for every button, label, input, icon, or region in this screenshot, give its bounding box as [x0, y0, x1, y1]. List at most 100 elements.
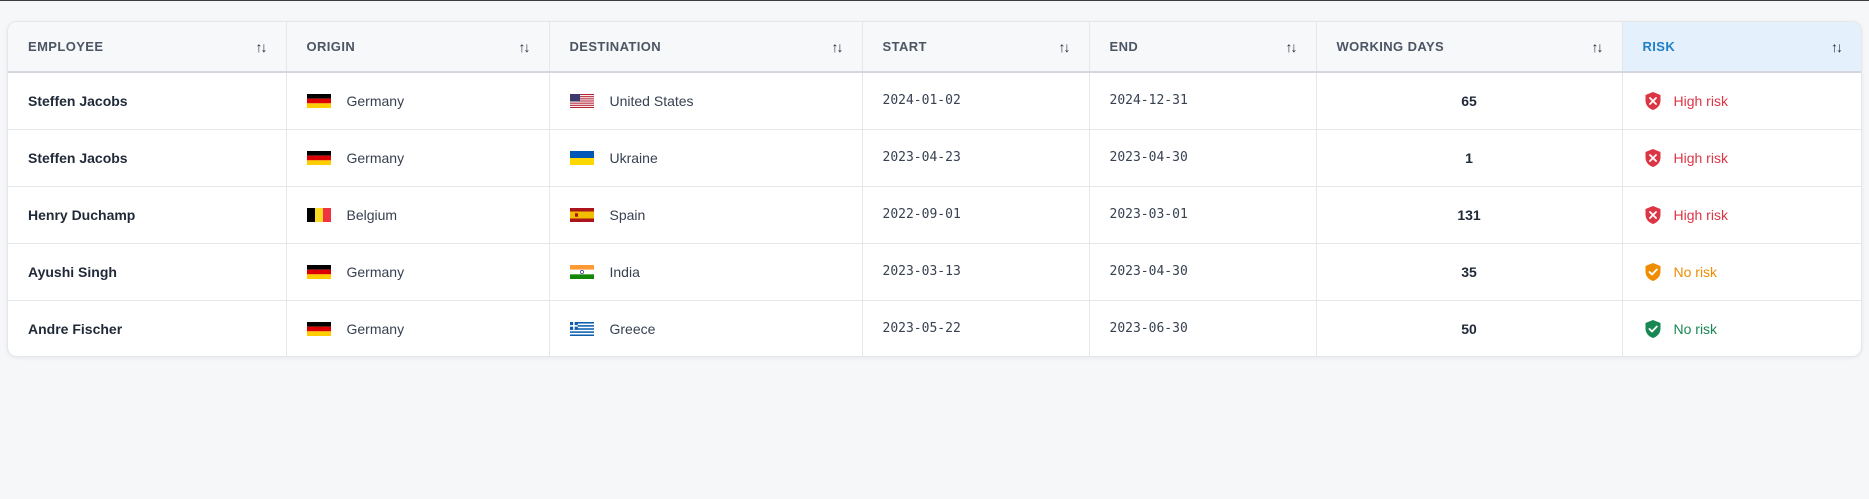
risk-cell: No risk [1622, 243, 1861, 301]
column-header-destination[interactable]: DESTINATION ↑↓ [549, 22, 863, 73]
shield-check-icon [1645, 262, 1660, 281]
end-cell: 2023-04-30 [1089, 129, 1317, 187]
column-header-start[interactable]: START ↑↓ [862, 22, 1090, 73]
working-days-cell: 1 [1316, 129, 1623, 187]
working-days-cell: 50 [1316, 300, 1623, 356]
working-days-cell: 35 [1316, 243, 1623, 301]
working-days-value: 1 [1465, 149, 1473, 166]
end-date: 2023-06-30 [1109, 321, 1188, 337]
start-cell: 2023-05-22 [862, 300, 1090, 356]
germany-flag-icon [306, 150, 331, 165]
destination-cell: United States [549, 72, 863, 130]
start-date: 2023-05-22 [882, 321, 961, 337]
column-label: RISK [1642, 39, 1676, 54]
working-days-cell: 65 [1316, 72, 1623, 130]
sort-icon[interactable]: ↑↓ [1059, 40, 1071, 54]
shield-x-icon [1645, 205, 1660, 224]
destination-country: Spain [609, 206, 646, 223]
germany-flag-icon [306, 321, 331, 336]
sort-icon[interactable]: ↑↓ [1592, 40, 1604, 54]
employee-cell: Steffen Jacobs [8, 129, 287, 187]
destination-cell: Greece [549, 300, 863, 356]
risk-label: High risk [1673, 92, 1728, 109]
start-cell: 2023-04-23 [862, 129, 1090, 187]
table-row[interactable]: Steffen Jacobs Germany United States 202… [8, 72, 1861, 130]
shield-x-icon [1645, 91, 1660, 110]
risk-cell: No risk [1622, 300, 1861, 356]
sort-icon[interactable]: ↑↓ [1831, 40, 1843, 54]
column-label: ORIGIN [306, 39, 356, 54]
end-cell: 2023-06-30 [1089, 300, 1317, 356]
column-header-end[interactable]: END ↑↓ [1089, 22, 1317, 73]
table-row[interactable]: Ayushi Singh Germany India 2023-03-13 20… [8, 243, 1861, 301]
employee-name: Henry Duchamp [28, 206, 136, 223]
table-row[interactable]: Steffen Jacobs Germany Ukraine 2023-04-2… [8, 129, 1861, 187]
trips-table: EMPLOYEE ↑↓ ORIGIN ↑↓ DESTINATION ↑↓ START ↑… [8, 22, 1861, 356]
working-days-cell: 131 [1316, 186, 1623, 244]
start-date: 2022-09-01 [882, 207, 961, 222]
origin-country: Germany [346, 263, 405, 280]
destination-country: Greece [609, 320, 656, 337]
spain-flag-icon [569, 207, 594, 222]
employee-cell: Andre Fischer [8, 300, 287, 356]
destination-country: United States [609, 92, 694, 109]
germany-flag-icon [306, 264, 331, 279]
destination-country: India [609, 263, 640, 280]
employee-name: Steffen Jacobs [28, 92, 128, 109]
risk-label: High risk [1673, 206, 1728, 223]
working-days-value: 131 [1457, 206, 1481, 223]
sort-icon[interactable]: ↑↓ [256, 40, 268, 54]
belgium-flag-icon [306, 207, 331, 222]
origin-country: Germany [346, 149, 405, 166]
table-row[interactable]: Andre Fischer Germany Greece 2023-05-22 … [8, 300, 1861, 356]
risk-label: No risk [1673, 320, 1718, 337]
end-cell: 2024-12-31 [1089, 72, 1317, 130]
ukraine-flag-icon [569, 150, 594, 165]
shield-x-icon [1645, 148, 1660, 167]
germany-flag-icon [306, 93, 331, 108]
origin-cell: Germany [286, 72, 550, 130]
sort-icon[interactable]: ↑↓ [519, 40, 531, 54]
employee-cell: Ayushi Singh [8, 243, 287, 301]
united-states-flag-icon [569, 93, 594, 108]
column-header-risk[interactable]: RISK ↑↓ [1622, 22, 1861, 73]
employee-name: Ayushi Singh [28, 263, 117, 280]
column-label: WORKING DAYS [1336, 39, 1445, 54]
working-days-value: 65 [1461, 92, 1477, 109]
risk-cell: High risk [1622, 186, 1861, 244]
end-cell: 2023-03-01 [1089, 186, 1317, 244]
risk-label: High risk [1673, 149, 1728, 166]
start-cell: 2022-09-01 [862, 186, 1090, 244]
start-date: 2023-03-13 [882, 264, 961, 279]
employee-cell: Steffen Jacobs [8, 72, 287, 130]
column-header-origin[interactable]: ORIGIN ↑↓ [286, 22, 550, 73]
start-cell: 2023-03-13 [862, 243, 1090, 301]
table-header-row: EMPLOYEE ↑↓ ORIGIN ↑↓ DESTINATION ↑↓ START ↑… [8, 22, 1861, 73]
sort-icon[interactable]: ↑↓ [832, 40, 844, 54]
start-date: 2023-04-23 [882, 150, 961, 165]
risk-label: No risk [1673, 263, 1718, 280]
risk-cell: High risk [1622, 129, 1861, 187]
column-header-working-days[interactable]: WORKING DAYS ↑↓ [1316, 22, 1623, 73]
sort-icon[interactable]: ↑↓ [1286, 40, 1298, 54]
destination-cell: India [549, 243, 863, 301]
greece-flag-icon [569, 321, 594, 336]
destination-cell: Spain [549, 186, 863, 244]
trips-table-card: EMPLOYEE ↑↓ ORIGIN ↑↓ DESTINATION ↑↓ START ↑… [7, 21, 1862, 357]
origin-cell: Germany [286, 129, 550, 187]
origin-cell: Germany [286, 300, 550, 356]
column-label: EMPLOYEE [28, 39, 104, 54]
end-date: 2024-12-31 [1109, 93, 1188, 109]
column-header-employee[interactable]: EMPLOYEE ↑↓ [8, 22, 287, 73]
end-cell: 2023-04-30 [1089, 243, 1317, 301]
column-label: DESTINATION [569, 39, 662, 54]
end-date: 2023-03-01 [1109, 207, 1188, 222]
risk-cell: High risk [1622, 72, 1861, 130]
table-row[interactable]: Henry Duchamp Belgium Spain 2022-09-01 2… [8, 186, 1861, 244]
employee-name: Andre Fischer [28, 320, 123, 337]
shield-check-icon [1645, 319, 1660, 338]
end-date: 2023-04-30 [1109, 150, 1188, 165]
origin-cell: Belgium [286, 186, 550, 244]
origin-country: Germany [346, 92, 405, 109]
column-label: END [1109, 39, 1139, 54]
